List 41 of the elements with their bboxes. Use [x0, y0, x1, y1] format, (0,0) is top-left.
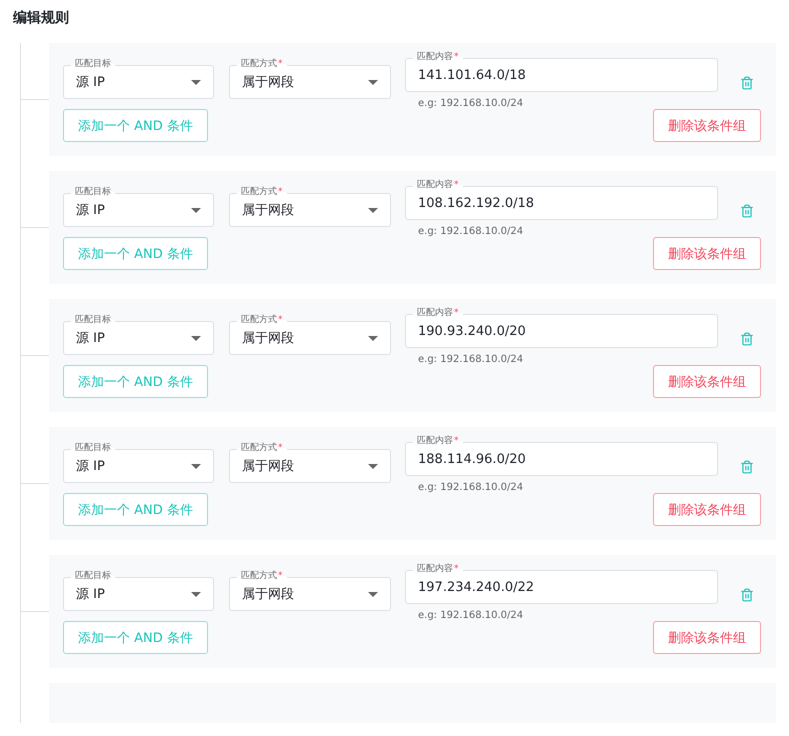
- input-hint: e.g: 192.168.10.0/24: [418, 354, 524, 366]
- input-hint: e.g: 192.168.10.0/24: [418, 98, 524, 110]
- trash-icon[interactable]: [740, 588, 754, 602]
- trash-icon[interactable]: [740, 204, 754, 218]
- trash-icon[interactable]: [740, 332, 754, 346]
- input-hint: e.g: 192.168.10.0/24: [418, 610, 524, 622]
- field-label: 匹配目标: [71, 314, 115, 326]
- caret-icon: [191, 592, 201, 597]
- caret-icon: [191, 80, 201, 85]
- field-label: 匹配内容*: [413, 563, 462, 575]
- trash-icon[interactable]: [740, 460, 754, 474]
- field-label: 匹配方式*: [237, 570, 286, 582]
- delete-group-button[interactable]: 删除该条件组: [653, 493, 761, 526]
- field-label: 匹配内容*: [413, 51, 462, 63]
- caret-icon: [368, 336, 378, 341]
- field-label: 匹配方式*: [237, 186, 286, 198]
- delete-group-button[interactable]: 删除该条件组: [653, 365, 761, 398]
- field-label: 匹配内容*: [413, 307, 462, 319]
- input-hint: e.g: 192.168.10.0/24: [418, 482, 524, 494]
- field-label: 匹配方式*: [237, 58, 286, 70]
- caret-icon: [191, 208, 201, 213]
- caret-icon: [368, 80, 378, 85]
- field-label: 匹配目标: [71, 186, 115, 198]
- field-label: 匹配目标: [71, 570, 115, 582]
- field-label: 匹配方式*: [237, 314, 286, 326]
- input-hint: e.g: 192.168.10.0/24: [418, 226, 524, 238]
- page-title: 编辑规则: [13, 9, 70, 27]
- caret-icon: [368, 464, 378, 469]
- field-label: 匹配方式*: [237, 442, 286, 454]
- field-label: 匹配内容*: [413, 179, 462, 191]
- field-label: 匹配目标: [71, 58, 115, 70]
- trash-icon[interactable]: [740, 76, 754, 90]
- caret-icon: [191, 336, 201, 341]
- caret-icon: [368, 592, 378, 597]
- field-label: 匹配目标: [71, 442, 115, 454]
- delete-group-button[interactable]: 删除该条件组: [653, 621, 761, 654]
- field-label: 匹配内容*: [413, 435, 462, 447]
- delete-group-button[interactable]: 删除该条件组: [653, 109, 761, 142]
- caret-icon: [191, 464, 201, 469]
- delete-group-button[interactable]: 删除该条件组: [653, 237, 761, 270]
- caret-icon: [368, 208, 378, 213]
